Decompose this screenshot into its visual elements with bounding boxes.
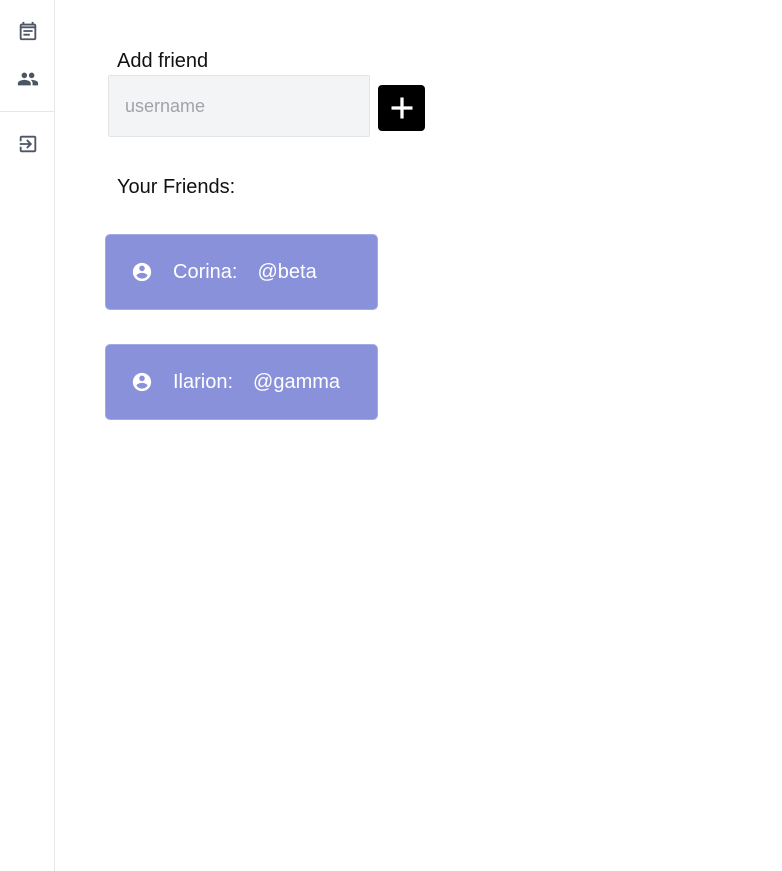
- friend-card[interactable]: Corina: @beta: [105, 234, 378, 310]
- people-icon[interactable]: [16, 67, 40, 91]
- friends-title: Your Friends:: [117, 176, 236, 198]
- sidebar-divider: [0, 111, 55, 112]
- logout-glyph: [19, 135, 37, 153]
- username-input[interactable]: [108, 75, 370, 137]
- people-glyph: [17, 72, 39, 86]
- friend-card[interactable]: Ilarion: @gamma: [105, 344, 378, 420]
- account-circle-icon: [131, 261, 153, 283]
- friend-handle: @beta: [257, 260, 317, 283]
- add-friend-button[interactable]: [378, 85, 425, 131]
- account-circle-icon: [131, 371, 153, 393]
- calendar-event-icon[interactable]: [16, 19, 40, 43]
- plus-icon: [391, 97, 412, 119]
- sidebar: [0, 0, 55, 871]
- friend-handle: @gamma: [253, 370, 341, 393]
- logout-icon[interactable]: [16, 132, 40, 156]
- add-friend-label: Add friend: [117, 50, 209, 72]
- friend-name: Ilarion:: [173, 370, 234, 393]
- calendar-event-glyph: [19, 21, 37, 41]
- app-root: Add friend Your Friends: Corina: @beta I…: [0, 0, 782, 871]
- main-content: Add friend Your Friends: Corina: @beta I…: [56, 0, 782, 871]
- friend-name: Corina:: [173, 260, 238, 283]
